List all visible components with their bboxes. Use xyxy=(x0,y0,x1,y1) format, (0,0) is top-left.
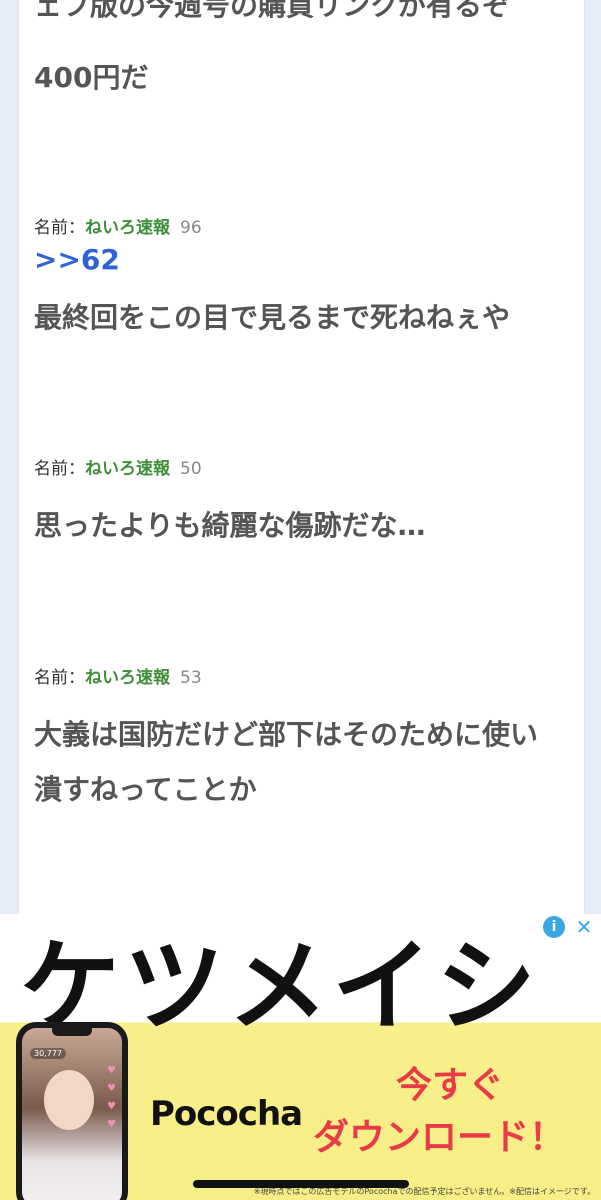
page: ェフ版の今週号の購買リンクが有るぞ 400円だ 名前：ねいろ速報 96 >>62 … xyxy=(0,0,601,1200)
ad-close-icon[interactable]: ✕ xyxy=(571,916,597,938)
post-body-line: 400円だ xyxy=(34,61,149,94)
phone-screen: 30,777 ♥ ♥ ♥ ♥ xyxy=(22,1028,122,1200)
post-author[interactable]: ねいろ速報 xyxy=(85,218,170,238)
post-meta: 名前：ねいろ速報 50 xyxy=(34,454,202,479)
phone-image: 30,777 ♥ ♥ ♥ ♥ xyxy=(16,1022,128,1200)
post-body-line: 大義は国防だけど部下はそのために使い xyxy=(34,718,539,751)
post-number[interactable]: 96 xyxy=(180,218,202,238)
ad-info-icon[interactable]: i xyxy=(543,916,565,938)
home-indicator[interactable] xyxy=(193,1180,409,1188)
post-body-line: 思ったよりも綺麗な傷跡だな… xyxy=(34,509,426,542)
post-body-line: 最終回をこの目で見るまで死ねねぇや xyxy=(34,301,511,334)
post-number[interactable]: 50 xyxy=(180,459,202,479)
ad-banner[interactable]: ケツメイシ i ✕ 30,777 ♥ ♥ ♥ ♥ Pococha 今すぐ ダウンロード… xyxy=(0,914,601,1200)
streamer-photo xyxy=(44,1070,94,1130)
heart-icons: ♥ ♥ ♥ ♥ xyxy=(107,1065,116,1130)
name-label: 名前： xyxy=(34,668,85,688)
brand-logo: Pococha xyxy=(150,1094,303,1134)
name-label: 名前： xyxy=(34,459,85,479)
post-author[interactable]: ねいろ速報 xyxy=(85,459,170,479)
phone-notch xyxy=(52,1028,92,1036)
name-label: 名前： xyxy=(34,218,85,238)
cta-line-1: 今すぐ xyxy=(396,1065,505,1106)
cta-line-2: ダウンロード！ xyxy=(313,1117,566,1158)
post-meta: 名前：ねいろ速報 53 xyxy=(34,663,202,688)
reply-anchor-link[interactable]: >>62 xyxy=(34,243,120,276)
viewer-count: 30,777 xyxy=(30,1048,66,1059)
post-body-line: 潰すねってことか xyxy=(34,773,257,806)
post-author[interactable]: ねいろ速報 xyxy=(85,668,170,688)
post-number[interactable]: 53 xyxy=(180,668,202,688)
post-meta: 名前：ねいろ速報 96 xyxy=(34,213,202,238)
post-body-line: ェフ版の今週号の購買リンクが有るぞ xyxy=(34,0,511,22)
